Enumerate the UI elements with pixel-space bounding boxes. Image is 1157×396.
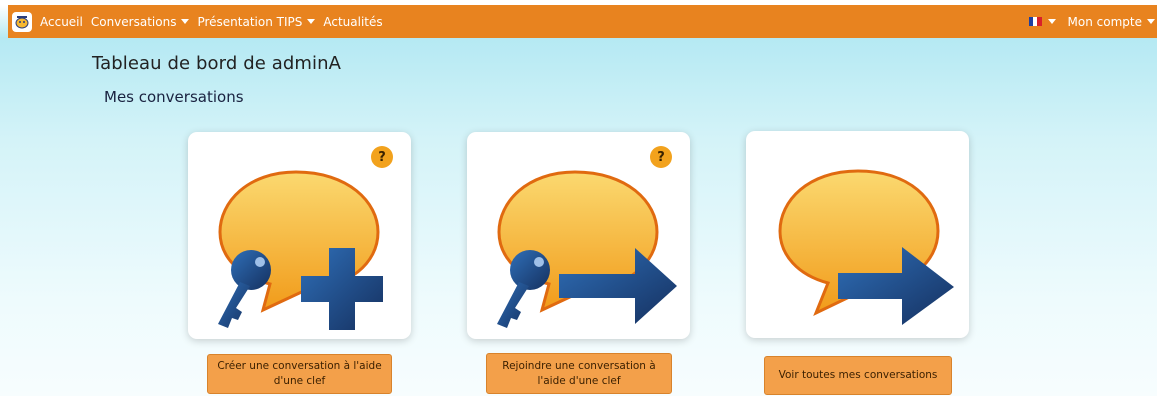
nav-actualites-label: Actualités [323,14,383,29]
nav-conversations[interactable]: Conversations [91,15,190,29]
chevron-down-icon [1047,19,1056,24]
nav-accueil-label: Accueil [40,14,83,29]
create-conversation-label: Créer une conversation à l'aide d'une cl… [217,360,382,387]
chevron-down-icon [1147,19,1155,24]
chevron-down-icon [307,19,316,24]
account-label: Mon compte [1067,14,1142,29]
nav-actualites[interactable]: Actualités [323,15,382,29]
create-conversation-card[interactable]: ? [188,132,411,339]
chevron-down-icon [181,19,190,24]
nav-conversations-label: Conversations [90,14,177,29]
join-conversation-label: Rejoindre une conversation à l'aide d'un… [502,359,656,387]
navbar: Accueil Conversations Présentation TIPS … [8,5,1157,38]
view-conversations-button[interactable]: Voir toutes mes conversations [764,356,952,395]
bubble-arrow-icon [778,169,954,325]
help-icon[interactable]: ? [371,146,393,168]
account-menu[interactable]: Mon compte [1068,15,1155,29]
join-conversation-button[interactable]: Rejoindre une conversation à l'aide d'un… [486,353,672,394]
section-title: Mes conversations [104,88,244,106]
french-flag-icon [1028,17,1042,26]
logo-icon [15,15,29,28]
nav-accueil[interactable]: Accueil [40,15,83,29]
app-logo[interactable] [12,11,32,32]
nav-presentation-label: Présentation TIPS [197,14,303,29]
nav-presentation-tips[interactable]: Présentation TIPS [197,14,316,29]
view-conversations-label: Voir toutes mes conversations [778,369,938,381]
create-conversation-button[interactable]: Créer une conversation à l'aide d'une cl… [207,354,392,394]
view-conversations-card[interactable] [746,131,969,338]
language-selector[interactable] [1028,17,1056,26]
join-conversation-card[interactable]: ? [467,132,690,339]
page-title: Tableau de bord de adminA [92,53,342,74]
help-icon[interactable]: ? [650,146,672,168]
